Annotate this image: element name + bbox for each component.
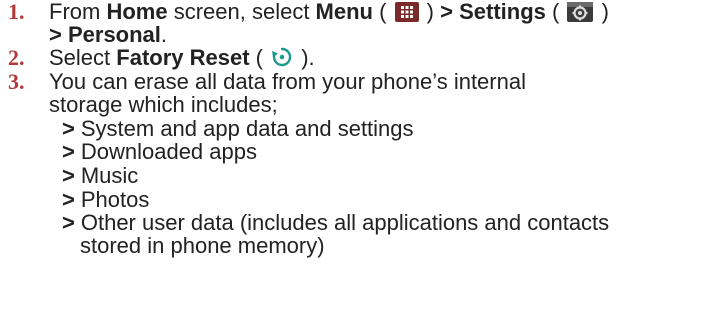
bullet-arrow: > (62, 163, 75, 188)
bullet-arrow: > (62, 210, 75, 235)
step-number: 2. (8, 45, 25, 70)
list-item: > Music (62, 163, 139, 188)
home-label: Home (106, 0, 168, 24)
menu-grid-icon (394, 2, 419, 26)
personal-label: Personal (61, 22, 161, 47)
factory-reset-label: Fatory Reset (116, 45, 250, 70)
settings-gear-icon (567, 2, 594, 26)
list-item: > Downloaded apps (62, 139, 257, 164)
step-number: 1. (8, 0, 25, 24)
menu-label: Menu (315, 0, 373, 24)
list-item: > System and app data and settings (62, 116, 414, 141)
bullet-arrow: > (62, 116, 75, 141)
list-item-continuation: stored in phone memory) (80, 233, 325, 258)
settings-label: Settings (459, 0, 546, 24)
step-1-line-2: > Personal. (49, 22, 168, 47)
step-number: 3. (8, 69, 25, 94)
bullet-arrow: > (62, 187, 75, 212)
step-3-line-2: storage which includes; (49, 92, 278, 117)
bullet-arrow: > (62, 139, 75, 164)
step-3-line-1: You can erase all data from your phone’s… (49, 69, 526, 94)
list-item: > Photos (62, 187, 150, 212)
list-item: > Other user data (includes all applicati… (62, 210, 610, 235)
